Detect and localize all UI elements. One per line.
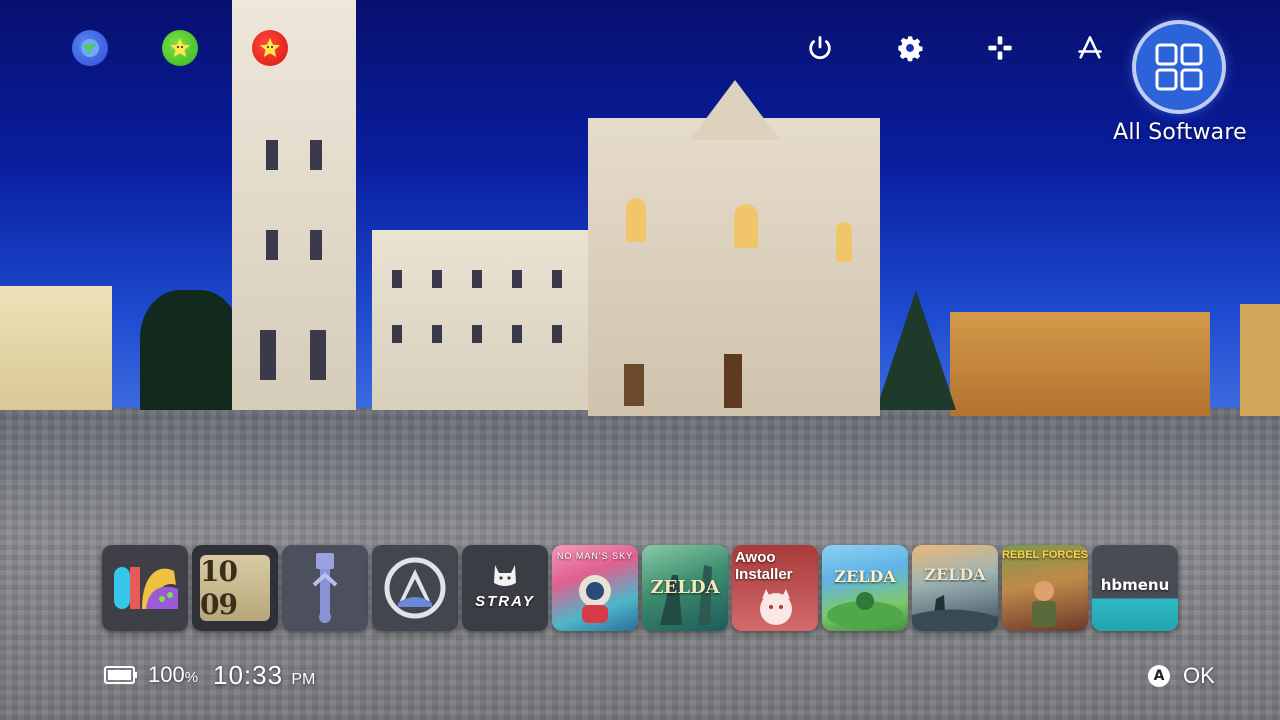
- controllers-icon[interactable]: [982, 30, 1018, 66]
- zelda-2-logo: ZELDA: [834, 567, 896, 586]
- tile-rebel-forces[interactable]: REBEL FORCES: [1002, 545, 1088, 631]
- clock-ampm: PM: [291, 671, 316, 688]
- tile-awoo-installer[interactable]: Awoo Installer: [732, 545, 818, 631]
- tile-stray[interactable]: STRAY: [462, 545, 548, 631]
- building-right: [950, 312, 1210, 416]
- island-icon: [827, 592, 903, 629]
- tile-clock[interactable]: 10 09: [192, 545, 278, 631]
- app-store-icon[interactable]: [1072, 30, 1108, 66]
- tile-palette[interactable]: [102, 545, 188, 631]
- game-shelf: 10 09 STRAY NO MAN'S SKY ZELDA Awoo Inst…: [102, 545, 1178, 631]
- battery-value: 100: [148, 662, 185, 687]
- link-silhouette-icon: [912, 595, 998, 631]
- bell-tower: [232, 0, 356, 410]
- hbmenu-title: hbmenu: [1100, 576, 1170, 594]
- building-far-right: [1240, 304, 1280, 416]
- joycon-palette-icon: [114, 567, 178, 609]
- palace-building: [372, 230, 598, 410]
- tile-hbmenu[interactable]: hbmenu: [1092, 545, 1178, 631]
- zelda-3-logo: ZELDA: [924, 565, 986, 584]
- zelda-1-logo: ZELDA: [650, 577, 720, 598]
- settings-gear-icon[interactable]: [892, 30, 928, 66]
- cat-icon: [494, 565, 516, 586]
- palm-trees: [140, 290, 240, 410]
- mascot-icon: [760, 589, 792, 625]
- building-left: [0, 286, 112, 410]
- ok-action-label[interactable]: OK: [1183, 663, 1215, 689]
- red-star-icon[interactable]: [252, 30, 288, 66]
- astronaut-icon: [579, 575, 611, 623]
- all-software-button[interactable]: [1136, 24, 1222, 110]
- tile-zelda-links-awakening[interactable]: ZELDA: [822, 545, 908, 631]
- a-button-icon: A: [1148, 665, 1170, 687]
- clock-face: 10 09: [200, 555, 270, 621]
- tile-zelda-breath[interactable]: ZELDA: [912, 545, 998, 631]
- green-star-icon[interactable]: [162, 30, 198, 66]
- system-clock: 10:33 PM: [213, 660, 315, 691]
- grid-icon: [1155, 43, 1203, 91]
- sync-circle-icon: [384, 557, 446, 619]
- tile-usb[interactable]: [282, 545, 368, 631]
- power-icon[interactable]: [802, 30, 838, 66]
- usb-icon: [312, 553, 338, 623]
- stray-logo: STRAY: [475, 593, 535, 610]
- soldier-icon: [1032, 581, 1056, 627]
- battery-icon: [104, 666, 137, 684]
- battery-unit: %: [184, 669, 199, 686]
- tile-no-mans-sky[interactable]: NO MAN'S SKY: [552, 545, 638, 631]
- all-software-label: All Software: [1113, 120, 1247, 145]
- clock-time: 10:33: [213, 660, 284, 690]
- tile-sync[interactable]: [372, 545, 458, 631]
- tile-zelda-tears[interactable]: ZELDA: [642, 545, 728, 631]
- battery-percentage: 100%: [148, 662, 198, 688]
- basilica-facade: [588, 118, 880, 416]
- globe-icon[interactable]: [72, 30, 108, 66]
